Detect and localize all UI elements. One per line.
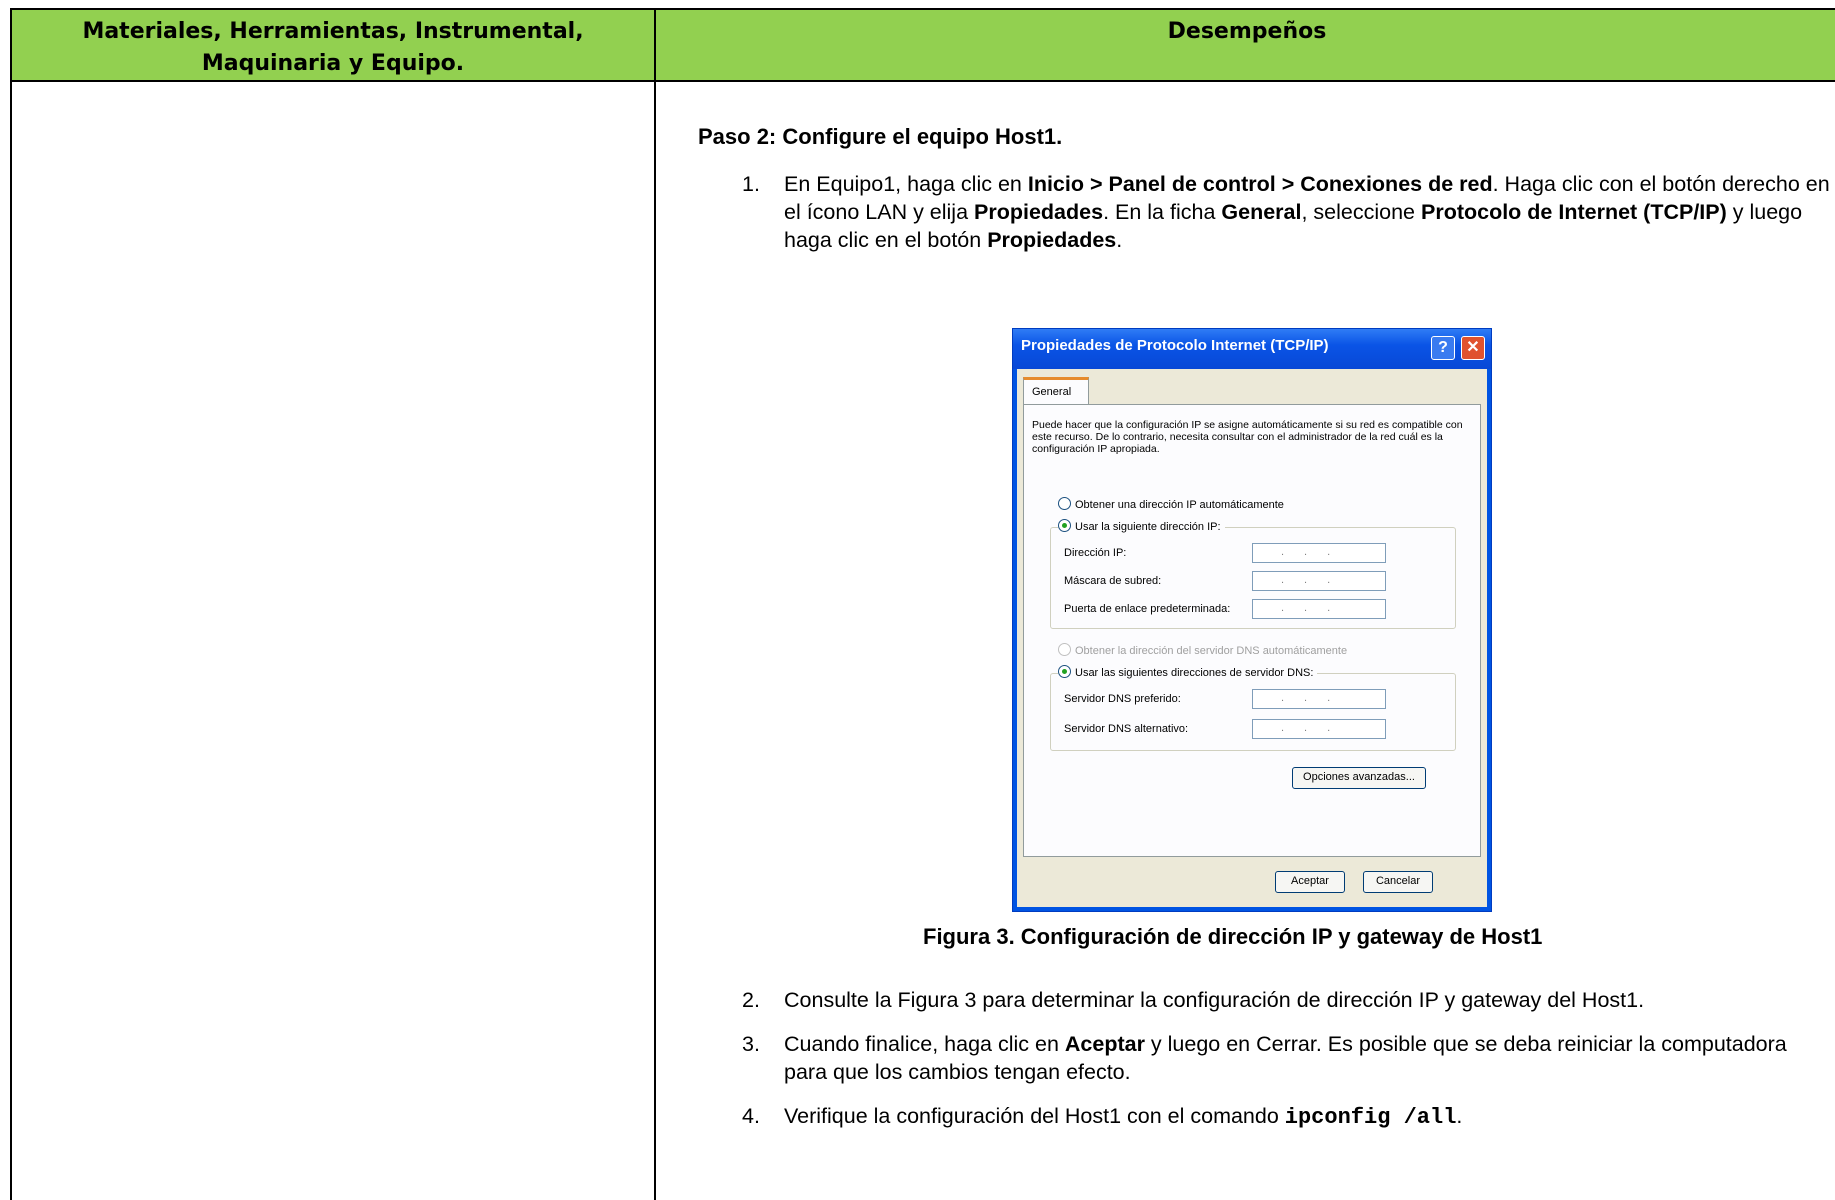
tcpip-properties-dialog: Propiedades de Protocolo Internet (TCP/I… xyxy=(1012,328,1492,912)
table-column-divider xyxy=(654,80,656,1200)
dialog-title: Propiedades de Protocolo Internet (TCP/I… xyxy=(1021,337,1329,354)
list-number: 4. xyxy=(742,1104,760,1128)
dns-alternate-field[interactable]: ... xyxy=(1252,719,1386,739)
dns-groupbox xyxy=(1050,673,1456,751)
cancel-button[interactable]: Cancelar xyxy=(1363,871,1433,893)
tab-general[interactable]: General xyxy=(1023,377,1089,405)
dialog-body: General Puede hacer que la configuración… xyxy=(1017,369,1487,907)
radio-manual-dns[interactable]: Usar las siguientes direcciones de servi… xyxy=(1058,665,1318,679)
column-header-materials: Materiales, Herramientas, Instrumental, … xyxy=(10,8,656,82)
list-number: 3. xyxy=(742,1032,760,1056)
radio-icon xyxy=(1058,497,1071,510)
dns-preferred-field[interactable]: ... xyxy=(1252,689,1386,709)
radio-auto-ip[interactable]: Obtener una dirección IP automáticamente xyxy=(1058,497,1284,511)
list-number: 2. xyxy=(742,988,760,1012)
default-gateway-field[interactable]: ... xyxy=(1252,599,1386,619)
close-icon[interactable]: ✕ xyxy=(1461,336,1485,360)
radio-icon xyxy=(1058,643,1071,656)
column-header-performance: Desempeños xyxy=(654,8,1835,82)
general-panel: Puede hacer que la configuración IP se a… xyxy=(1023,404,1481,857)
dialog-description: Puede hacer que la configuración IP se a… xyxy=(1032,419,1463,455)
radio-auto-dns[interactable]: Obtener la dirección del servidor DNS au… xyxy=(1058,643,1347,657)
table-border-left xyxy=(10,80,12,1200)
radio-manual-ip[interactable]: Usar la siguiente dirección IP: xyxy=(1058,519,1225,533)
list-number: 1. xyxy=(742,172,760,196)
radio-selected-icon xyxy=(1058,519,1071,532)
label-ip-address: Dirección IP: xyxy=(1064,547,1127,559)
label-subnet-mask: Máscara de subred: xyxy=(1064,575,1162,587)
list-text: Cuando finalice, haga clic en Aceptar y … xyxy=(784,1032,1787,1084)
advanced-options-button[interactable]: Opciones avanzadas... xyxy=(1292,767,1426,789)
label-dns-preferred: Servidor DNS preferido: xyxy=(1064,693,1181,705)
dialog-titlebar: Propiedades de Protocolo Internet (TCP/I… xyxy=(1013,329,1491,369)
help-icon[interactable]: ? xyxy=(1431,336,1455,360)
list-text: Verifique la configuración del Host1 con… xyxy=(784,1104,1463,1130)
list-text: En Equipo1, haga clic en Inicio > Panel … xyxy=(784,172,1830,252)
subnet-mask-field[interactable]: ... xyxy=(1252,571,1386,591)
command-code: ipconfig /all xyxy=(1284,1105,1457,1130)
list-text: Consulte la Figura 3 para determinar la … xyxy=(784,988,1645,1012)
ip-address-field[interactable]: ... xyxy=(1252,543,1386,563)
radio-selected-icon xyxy=(1058,665,1071,678)
figure-caption: Figura 3. Configuración de dirección IP … xyxy=(923,924,1543,949)
label-default-gateway: Puerta de enlace predeterminada: xyxy=(1064,603,1231,615)
label-dns-alternate: Servidor DNS alternativo: xyxy=(1064,723,1189,735)
step-title: Paso 2: Configure el equipo Host1. xyxy=(698,124,1063,149)
ok-button[interactable]: Aceptar xyxy=(1275,871,1345,893)
